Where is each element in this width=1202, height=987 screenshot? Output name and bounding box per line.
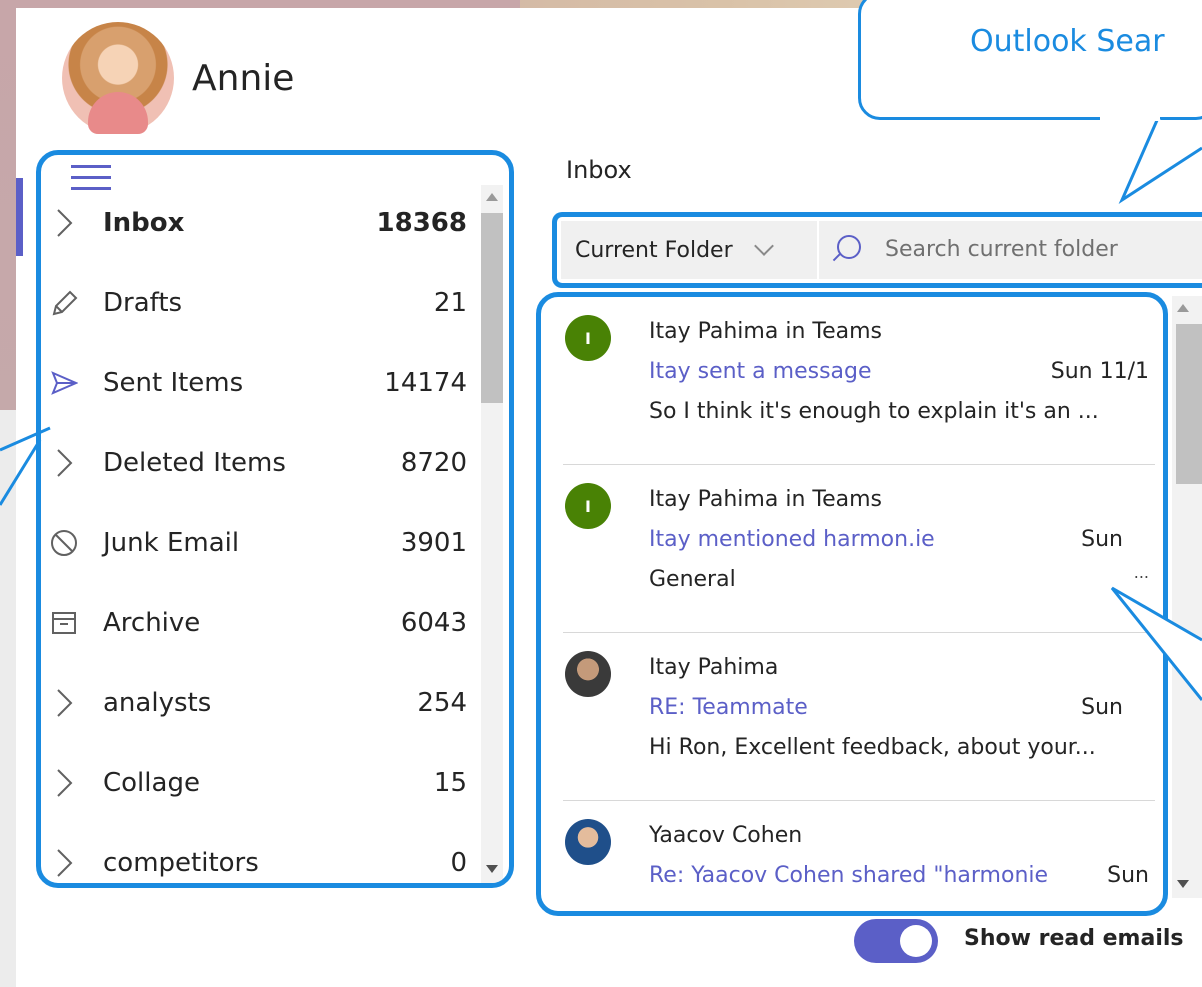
message-preview: General	[649, 567, 736, 592]
toggle-knob	[900, 925, 932, 957]
folder-count: 8720	[400, 448, 467, 478]
user-name: Annie	[192, 58, 295, 99]
folder-count: 18368	[376, 208, 467, 238]
folder-item-drafts[interactable]: Drafts 21	[41, 263, 481, 343]
message-subject: Itay mentioned harmon.ie	[649, 527, 935, 552]
left-strip	[0, 410, 16, 987]
search-placeholder: Search current folder	[885, 237, 1118, 262]
folder-name: Archive	[103, 608, 201, 638]
folder-name: Inbox	[103, 208, 185, 238]
sender-avatar	[565, 651, 611, 697]
message-subject: Itay sent a message	[649, 359, 872, 384]
pencil-icon	[49, 288, 79, 318]
toggle-label: Show read emails	[964, 926, 1184, 951]
message-panel: I Itay Pahima in Teams Itay sent a messa…	[536, 292, 1168, 916]
folder-count: 6043	[400, 608, 467, 638]
search-scope-dropdown[interactable]: Current Folder	[561, 221, 817, 279]
folder-item-analysts[interactable]: analysts 254	[41, 663, 481, 743]
more-options-icon[interactable]: ...	[1134, 563, 1149, 582]
scroll-up-icon[interactable]	[1177, 304, 1189, 312]
search-scope-label: Current Folder	[575, 237, 733, 263]
folder-count: 21	[433, 288, 467, 318]
message-item[interactable]: Yaacov Cohen Re: Yaacov Cohen shared "ha…	[541, 801, 1159, 911]
selected-app-indicator	[16, 178, 23, 256]
folder-item-archive[interactable]: Archive 6043	[41, 583, 481, 663]
message-item[interactable]: I Itay Pahima in Teams Itay sent a messa…	[541, 297, 1159, 465]
scroll-down-icon[interactable]	[486, 865, 498, 873]
folder-count: 3901	[400, 528, 467, 558]
message-sender: Itay Pahima in Teams	[649, 487, 882, 512]
folder-name: Collage	[103, 768, 200, 798]
chevron-right-icon[interactable]	[49, 208, 79, 238]
folder-name: competitors	[103, 848, 259, 878]
folder-name: Deleted Items	[103, 448, 286, 478]
search-bar: Current Folder Search current folder	[552, 212, 1202, 288]
search-icon	[837, 235, 861, 259]
folder-panel: Inbox 18368 Drafts 21 Sent Items 14174 D…	[36, 150, 514, 888]
message-sender: Itay Pahima	[649, 655, 779, 680]
chevron-right-icon[interactable]	[49, 688, 79, 718]
folder-count: 254	[417, 688, 467, 718]
folder-item-collage[interactable]: Collage 15	[41, 743, 481, 823]
callout-bubble	[858, 0, 1202, 120]
message-item[interactable]: I Itay Pahima in Teams Itay mentioned ha…	[541, 465, 1159, 633]
folder-item-inbox[interactable]: Inbox 18368	[41, 183, 481, 263]
chevron-right-icon[interactable]	[49, 848, 79, 878]
sender-avatar: I	[565, 483, 611, 529]
show-read-emails-toggle[interactable]	[854, 919, 938, 963]
folder-count: 0	[450, 848, 467, 878]
block-icon	[49, 528, 79, 558]
message-list: I Itay Pahima in Teams Itay sent a messa…	[541, 297, 1159, 911]
message-date: Sun 11/1	[1050, 359, 1149, 384]
folder-name: Drafts	[103, 288, 183, 318]
folder-item-sent-items[interactable]: Sent Items 14174	[41, 343, 481, 423]
folder-name: analysts	[103, 688, 212, 718]
scrollbar-thumb[interactable]	[1176, 324, 1202, 484]
message-sender: Itay Pahima in Teams	[649, 319, 882, 344]
folder-item-junk-email[interactable]: Junk Email 3901	[41, 503, 481, 583]
message-item[interactable]: Itay Pahima RE: Teammate Sun Hi Ron, Exc…	[541, 633, 1159, 801]
callout-text: Outlook Sear	[970, 24, 1165, 59]
scroll-down-icon[interactable]	[1177, 880, 1189, 888]
message-preview: So I think it's enough to explain it's a…	[649, 399, 1099, 424]
folder-list: Inbox 18368 Drafts 21 Sent Items 14174 D…	[41, 183, 481, 883]
folder-item-deleted-items[interactable]: Deleted Items 8720	[41, 423, 481, 503]
message-subject: Re: Yaacov Cohen shared "harmonie	[649, 863, 1049, 888]
folder-scrollbar[interactable]	[481, 185, 503, 883]
chevron-right-icon[interactable]	[49, 768, 79, 798]
chevron-right-icon[interactable]	[49, 448, 79, 478]
folder-name: Junk Email	[103, 528, 240, 558]
message-date: Sun	[1081, 695, 1123, 720]
chevron-down-icon	[753, 236, 774, 256]
message-scrollbar[interactable]	[1172, 296, 1202, 898]
message-preview: Hi Ron, Excellent feedback, about your..…	[649, 735, 1096, 760]
archive-icon	[49, 608, 79, 638]
inbox-title: Inbox	[566, 156, 632, 184]
scroll-up-icon[interactable]	[486, 193, 498, 201]
sender-avatar: I	[565, 315, 611, 361]
search-input[interactable]: Search current folder	[819, 221, 1202, 279]
message-subject: RE: Teammate	[649, 695, 808, 720]
folder-name: Sent Items	[103, 368, 244, 398]
folder-item-competitors[interactable]: competitors 0	[41, 823, 481, 883]
folder-count: 14174	[384, 368, 467, 398]
send-icon	[49, 368, 79, 398]
scrollbar-thumb[interactable]	[481, 213, 503, 403]
sender-avatar	[565, 819, 611, 865]
message-date: Sun	[1107, 863, 1149, 888]
folder-count: 15	[433, 768, 467, 798]
message-sender: Yaacov Cohen	[649, 823, 803, 848]
message-date: Sun	[1081, 527, 1123, 552]
avatar[interactable]	[62, 22, 174, 134]
